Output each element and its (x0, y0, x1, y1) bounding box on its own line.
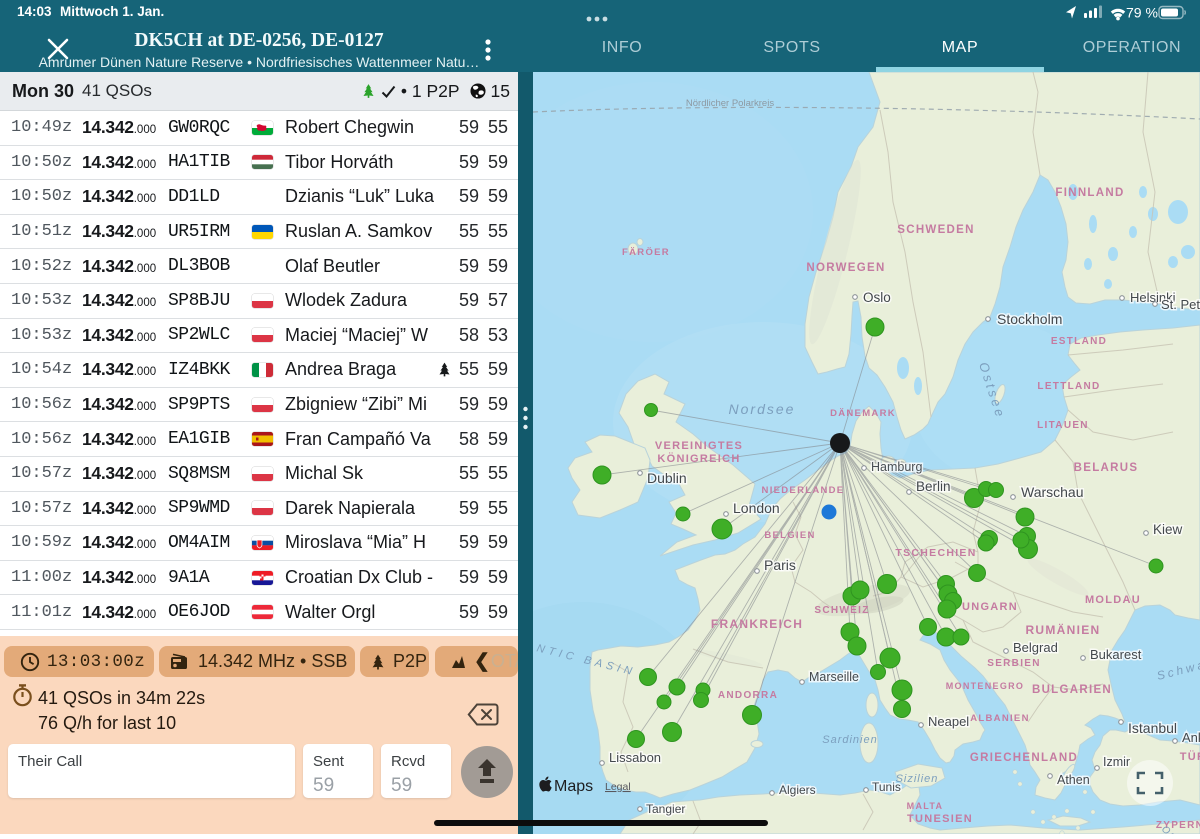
svg-text:Bukarest: Bukarest (1090, 647, 1142, 662)
svg-text:FÄRÖER: FÄRÖER (622, 247, 670, 258)
svg-text:VEREINIGTES: VEREINIGTES (655, 440, 743, 452)
svg-text:ANDORRA: ANDORRA (718, 690, 778, 701)
svg-text:SCHWEDEN: SCHWEDEN (897, 224, 975, 236)
svg-text:79 %: 79 % (1126, 5, 1158, 21)
svg-text:TUNESIEN: TUNESIEN (907, 813, 973, 825)
svg-text:LETTLAND: LETTLAND (1037, 381, 1100, 392)
svg-text:MONTENEGRO: MONTENEGRO (946, 681, 1025, 691)
svg-text:Sizilien: Sizilien (896, 773, 939, 785)
svg-text:Izmir: Izmir (1103, 755, 1130, 769)
svg-text:GRIECHENLAND: GRIECHENLAND (970, 752, 1078, 764)
svg-text:Sardinien: Sardinien (822, 734, 877, 746)
svg-text:TÜR: TÜR (1180, 750, 1200, 763)
svg-text:Dublin: Dublin (647, 470, 687, 486)
svg-text:Legal: Legal (605, 781, 631, 793)
svg-text:Nordsee: Nordsee (729, 401, 796, 417)
svg-text:Paris: Paris (764, 557, 796, 573)
svg-text:ESTLAND: ESTLAND (1051, 336, 1107, 347)
svg-text:BULGARIEN: BULGARIEN (1032, 684, 1112, 696)
svg-text:Tangier: Tangier (646, 802, 685, 816)
svg-text:Marseille: Marseille (809, 670, 859, 684)
svg-text:Lissabon: Lissabon (609, 750, 661, 765)
svg-text:NIEDERLANDE: NIEDERLANDE (762, 485, 845, 496)
svg-text:Nördlicher Polarkreis: Nördlicher Polarkreis (686, 98, 774, 109)
svg-text:ALBANIEN: ALBANIEN (970, 713, 1029, 724)
svg-text:Kiew: Kiew (1153, 522, 1183, 537)
svg-text:FRANKREICH: FRANKREICH (711, 617, 803, 631)
svg-text:SERBIEN: SERBIEN (987, 658, 1041, 669)
svg-text:Istanbul: Istanbul (1128, 720, 1177, 736)
svg-text:MOLDAU: MOLDAU (1085, 594, 1141, 606)
svg-text:London: London (733, 500, 780, 516)
svg-text:Neapel: Neapel (928, 714, 969, 729)
svg-text:LITAUEN: LITAUEN (1037, 420, 1089, 431)
svg-text:Belgrad: Belgrad (1013, 640, 1058, 655)
svg-text:KÖNIGREICH: KÖNIGREICH (657, 452, 740, 465)
svg-text:MALTA: MALTA (907, 801, 944, 811)
svg-text:DÄNEMARK: DÄNEMARK (830, 408, 896, 419)
svg-text:Maps: Maps (554, 778, 593, 795)
svg-text:Oslo: Oslo (863, 290, 891, 305)
svg-text:TSCHECHIEN: TSCHECHIEN (895, 547, 976, 559)
svg-text:St. Petersb: St. Petersb (1161, 297, 1200, 312)
svg-text:Stockholm: Stockholm (997, 311, 1062, 327)
svg-text:Warschau: Warschau (1021, 484, 1084, 500)
svg-text:UNGARN: UNGARN (962, 601, 1018, 613)
svg-text:Berlin: Berlin (916, 479, 951, 494)
svg-text:FINNLAND: FINNLAND (1055, 187, 1124, 199)
svg-text:Ank: Ank (1182, 730, 1200, 745)
svg-text:Athen: Athen (1057, 773, 1090, 787)
svg-text:SCHWEIZ: SCHWEIZ (814, 605, 869, 616)
svg-text:BELARUS: BELARUS (1074, 462, 1139, 474)
svg-text:Algiers: Algiers (779, 783, 816, 797)
svg-text:Hamburg: Hamburg (871, 460, 922, 474)
svg-text:BELGIEN: BELGIEN (764, 530, 815, 541)
svg-text:NORWEGEN: NORWEGEN (806, 262, 885, 274)
svg-text:RUMÄNIEN: RUMÄNIEN (1025, 622, 1100, 637)
